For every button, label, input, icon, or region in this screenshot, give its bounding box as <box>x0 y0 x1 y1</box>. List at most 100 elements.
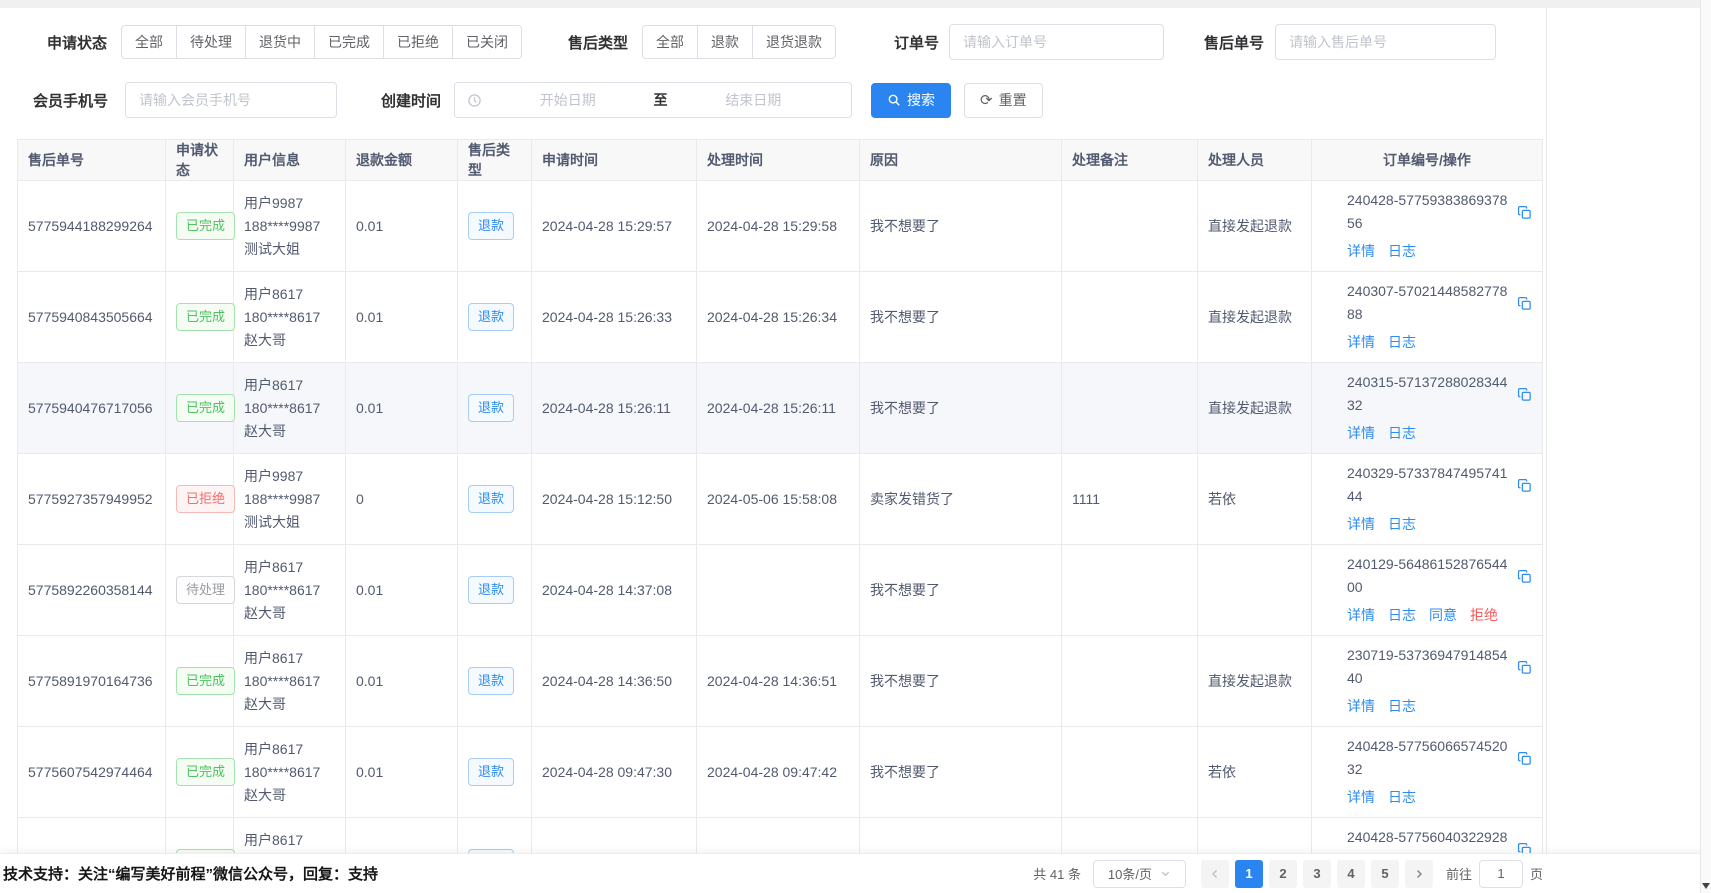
action-detail[interactable]: 详情 <box>1347 607 1375 623</box>
bottom-bar: 技术支持：关注“编写美好前程”微信公众号，回复：支持 共 41 条 10条/页 … <box>0 853 1711 893</box>
action-detail[interactable]: 详情 <box>1347 243 1375 259</box>
amount-cell: 0.01 <box>346 363 458 454</box>
order-ops-cell: 240428-5775606657452032详情日志 <box>1312 727 1543 818</box>
reset-button[interactable]: ⟳ 重置 <box>964 83 1043 118</box>
filter-row-2: 会员手机号 创建时间 开始日期 至 结束日期 搜索 ⟳ 重置 <box>33 82 1711 118</box>
order-no-text: 240329-5733784749574144 <box>1347 462 1510 508</box>
apply-status-option-4[interactable]: 已拒绝 <box>383 25 453 59</box>
row-actions: 详情日志 <box>1347 695 1532 718</box>
page-size-select[interactable]: 10条/页 <box>1093 860 1186 888</box>
member-phone-input[interactable] <box>125 82 337 118</box>
start-date-placeholder[interactable]: 开始日期 <box>482 90 654 110</box>
pagination-pages: 12345 <box>1232 860 1402 888</box>
user-info-line: 赵大哥 <box>244 784 335 807</box>
user-info-line: 用户8617 <box>244 738 335 761</box>
action-log[interactable]: 日志 <box>1388 425 1416 441</box>
page-button-2[interactable]: 2 <box>1269 860 1297 888</box>
copy-icon[interactable] <box>1517 478 1532 493</box>
aftersale-type-option-1[interactable]: 退款 <box>697 25 753 59</box>
action-detail[interactable]: 详情 <box>1347 334 1375 350</box>
action-log[interactable]: 日志 <box>1388 243 1416 259</box>
create-time-range-picker[interactable]: 开始日期 至 结束日期 <box>454 82 852 118</box>
apply-status-option-1[interactable]: 待处理 <box>176 25 246 59</box>
order-no-input[interactable] <box>949 24 1164 60</box>
user-info-line: 赵大哥 <box>244 329 335 352</box>
copy-icon[interactable] <box>1517 751 1532 766</box>
handle-time-cell: 2024-04-28 14:36:51 <box>697 636 860 727</box>
action-approve[interactable]: 同意 <box>1429 607 1457 623</box>
action-reject[interactable]: 拒绝 <box>1470 607 1498 623</box>
user-cell: 用户8617180****8617赵大哥 <box>234 545 346 636</box>
action-log[interactable]: 日志 <box>1388 334 1416 350</box>
reason-cell: 我不想要了 <box>860 545 1062 636</box>
remark-cell <box>1062 636 1198 727</box>
apply-status-option-2[interactable]: 退货中 <box>245 25 315 59</box>
remark-cell <box>1062 545 1198 636</box>
page-button-5[interactable]: 5 <box>1371 860 1399 888</box>
order-no-text: 240129-5648615287654400 <box>1347 553 1510 599</box>
order-ops-cell: 240329-5733784749574144 详情日志 <box>1312 454 1543 545</box>
page-button-3[interactable]: 3 <box>1303 860 1331 888</box>
action-detail[interactable]: 详情 <box>1347 516 1375 532</box>
copy-icon[interactable] <box>1517 296 1532 311</box>
scrollbar-down-arrow-icon[interactable] <box>1702 883 1710 889</box>
user-info-line: 测试大姐 <box>244 238 335 261</box>
aftersale-no-cell: 5775944188299264 <box>18 181 166 272</box>
user-info-line: 180****8617 <box>244 670 335 693</box>
order-ops-cell: 240428-5775938386937856 详情日志 <box>1312 181 1543 272</box>
column-header: 退款金额 <box>346 140 458 181</box>
aftersale-type-option-0[interactable]: 全部 <box>642 25 698 59</box>
action-detail[interactable]: 详情 <box>1347 425 1375 441</box>
status-badge: 已拒绝 <box>176 485 235 513</box>
status-cell: 已完成 <box>166 727 234 818</box>
action-detail[interactable]: 详情 <box>1347 698 1375 714</box>
clock-icon <box>467 93 482 108</box>
goto-page-input[interactable] <box>1479 860 1523 888</box>
apply-status-option-0[interactable]: 全部 <box>121 25 177 59</box>
action-log[interactable]: 日志 <box>1388 607 1416 623</box>
amount-cell: 0 <box>346 454 458 545</box>
apply-status-label: 申请状态 <box>47 32 107 53</box>
copy-icon[interactable] <box>1517 660 1532 675</box>
table-row: 5775927357949952已拒绝用户9987188****9987测试大姐… <box>18 454 1543 545</box>
aftersale-no-input[interactable] <box>1275 24 1496 60</box>
user-info-line: 180****8617 <box>244 761 335 784</box>
end-date-placeholder[interactable]: 结束日期 <box>668 90 840 110</box>
page-button-1[interactable]: 1 <box>1235 860 1263 888</box>
prev-page-button[interactable] <box>1201 860 1229 888</box>
next-page-button[interactable] <box>1405 860 1433 888</box>
column-header: 处理备注 <box>1062 140 1198 181</box>
copy-icon[interactable] <box>1517 205 1532 220</box>
search-button[interactable]: 搜索 <box>871 83 951 118</box>
pagination: 共 41 条 10条/页 12345 前 <box>1033 860 1543 888</box>
apply-status-option-3[interactable]: 已完成 <box>314 25 384 59</box>
user-info-line: 赵大哥 <box>244 602 335 625</box>
date-range-separator: 至 <box>654 90 668 110</box>
copy-icon[interactable] <box>1517 569 1532 584</box>
handler-cell: 若依 <box>1198 727 1312 818</box>
action-log[interactable]: 日志 <box>1388 698 1416 714</box>
copy-icon[interactable] <box>1517 387 1532 402</box>
order-no-label: 订单号 <box>894 32 939 53</box>
type-badge: 退款 <box>468 303 514 331</box>
chevron-left-icon <box>1209 868 1221 880</box>
aftersale-type-option-2[interactable]: 退货退款 <box>752 25 836 59</box>
vertical-scrollbar[interactable] <box>1700 0 1711 893</box>
order-ops-cell: 240307-5702144858277888详情日志 <box>1312 272 1543 363</box>
action-log[interactable]: 日志 <box>1388 516 1416 532</box>
apply-status-option-5[interactable]: 已关闭 <box>452 25 522 59</box>
user-info-line: 用户8617 <box>244 374 335 397</box>
user-cell: 用户8617180****8617赵大哥 <box>234 272 346 363</box>
type-cell: 退款 <box>458 636 532 727</box>
action-detail[interactable]: 详情 <box>1347 789 1375 805</box>
order-no: 240428-5775938386937856 <box>1347 189 1532 235</box>
page-button-4[interactable]: 4 <box>1337 860 1365 888</box>
order-no: 240329-5733784749574144 <box>1347 462 1532 508</box>
user-info-line: 赵大哥 <box>244 693 335 716</box>
action-log[interactable]: 日志 <box>1388 789 1416 805</box>
content-pane-divider <box>1546 8 1547 853</box>
type-badge: 退款 <box>468 212 514 240</box>
apply-time-cell: 2024-04-28 14:36:50 <box>532 636 697 727</box>
user-cell: 用户9987188****9987测试大姐 <box>234 181 346 272</box>
order-no: 240315-5713728802834432 <box>1347 371 1532 417</box>
